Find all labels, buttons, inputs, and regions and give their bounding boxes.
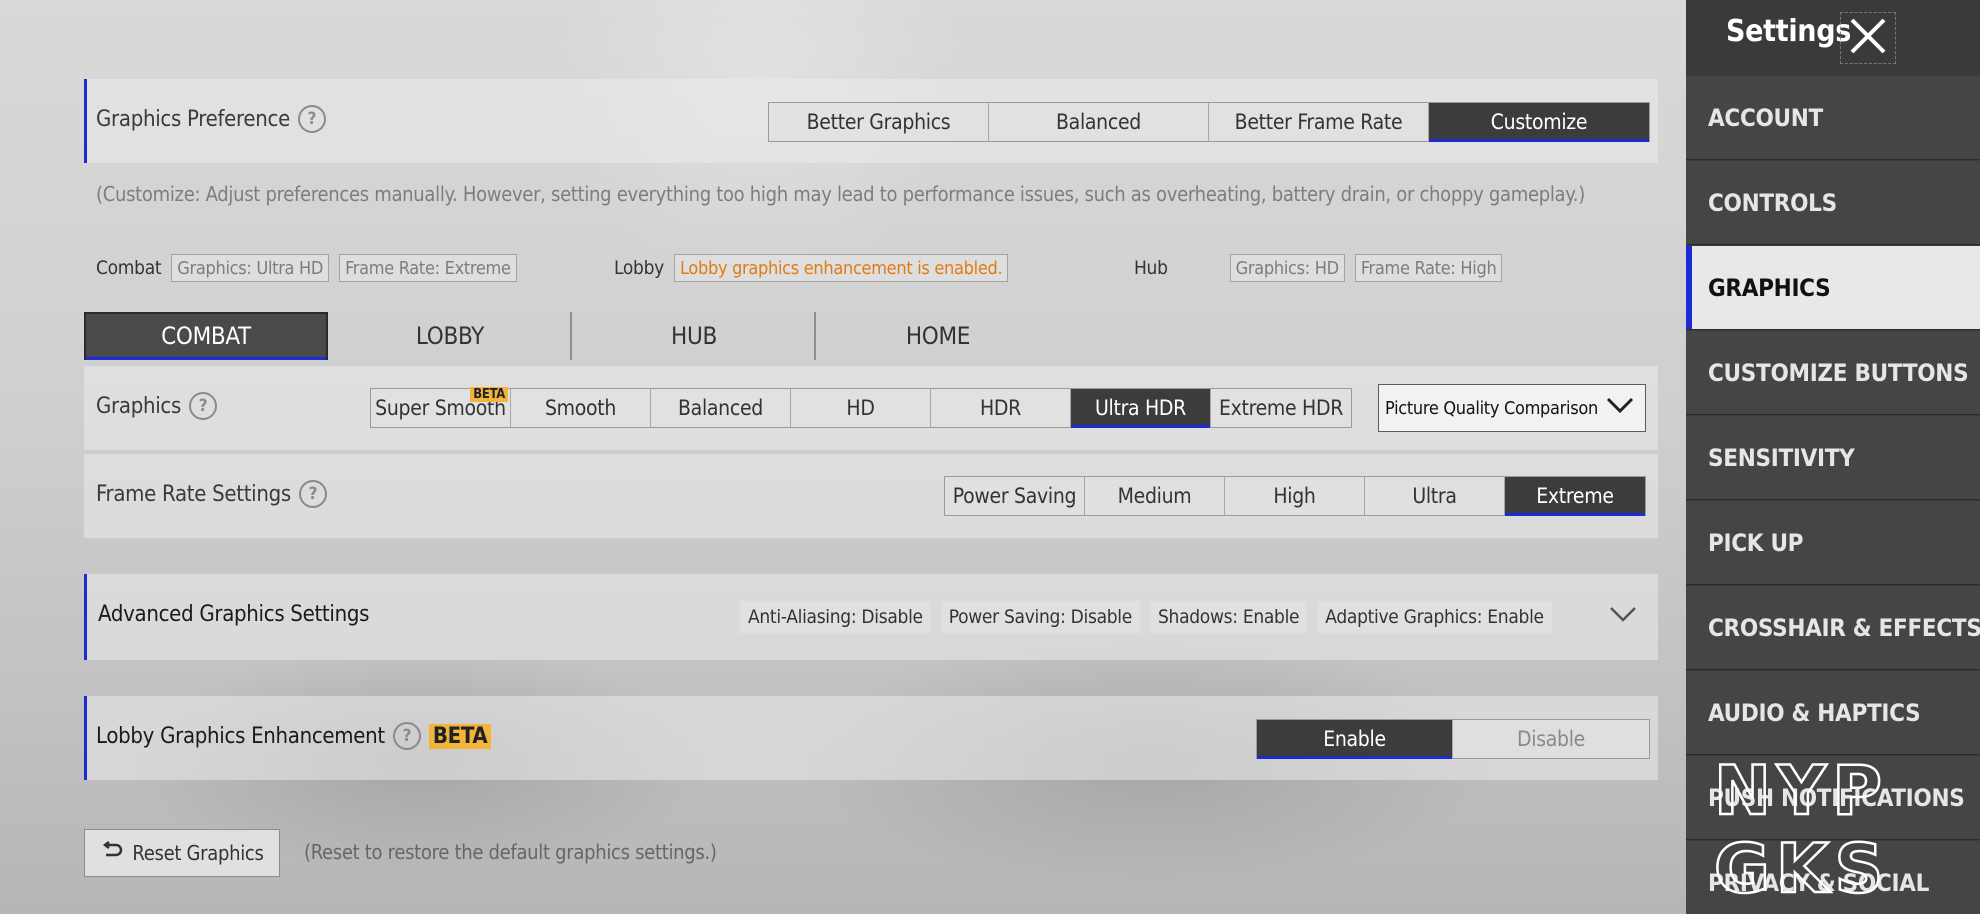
frame-rate-ultra[interactable]: Ultra (1365, 477, 1505, 515)
graphics-preference-selector: Better Graphics Balanced Better Frame Ra… (768, 102, 1650, 142)
sidebar-item-sensitivity[interactable]: SENSITIVITY (1686, 416, 1980, 500)
lobby-status-tag: Lobby graphics enhancement is enabled. (673, 254, 1009, 282)
graphics-label: Graphics (96, 393, 182, 419)
combat-label: Combat (96, 257, 162, 279)
picture-quality-comparison-dropdown[interactable]: Picture Quality Comparison (1378, 384, 1646, 432)
summary-lobby: Lobby Lobby graphics enhancement is enab… (614, 254, 1009, 282)
preference-hint: (Customize: Adjust preferences manually.… (96, 182, 1585, 206)
tab-home[interactable]: HOME (816, 312, 1060, 360)
hub-frame-tag: Frame Rate: High (1354, 254, 1503, 282)
sidebar-item-account[interactable]: ACCOUNT (1686, 76, 1980, 160)
advanced-graphics-label: Advanced Graphics Settings (98, 602, 370, 627)
preference-customize[interactable]: Customize (1429, 103, 1649, 142)
graphics-hd[interactable]: HD (791, 389, 931, 427)
lobby-label: Lobby (614, 257, 664, 279)
picture-quality-comparison-label: Picture Quality Comparison (1385, 397, 1598, 419)
graphics-super-smooth[interactable]: Super Smooth BETA (371, 387, 511, 427)
sidebar-item-push-notifications[interactable]: PUSH NOTIFICATIONS (1686, 756, 1980, 840)
sidebar-item-crosshair-effects[interactable]: CROSSHAIR & EFFECTS (1686, 586, 1980, 670)
sidebar-item-pick-up[interactable]: PICK UP (1686, 501, 1980, 585)
advanced-label-wrap: Advanced Graphics Settings (98, 602, 369, 627)
tab-lobby[interactable]: LOBBY (328, 312, 572, 360)
close-button[interactable] (1840, 12, 1896, 64)
graphics-ultra-hdr[interactable]: Ultra HDR (1071, 389, 1211, 428)
sidebar-item-controls[interactable]: CONTROLS (1686, 161, 1980, 245)
hub-label: Hub (1134, 257, 1168, 279)
sidebar-item-privacy-social[interactable]: PRIVACY & SOCIAL (1686, 841, 1980, 914)
lobby-enhancement-row: Lobby Graphics Enhancement ? BETA Enable… (84, 696, 1658, 780)
graphics-preference-row: Graphics Preference ? Better Graphics Ba… (84, 79, 1658, 163)
graphics-hdr[interactable]: HDR (931, 389, 1071, 427)
tab-hub[interactable]: HUB (572, 312, 816, 360)
reset-hint: (Reset to restore the default graphics s… (304, 840, 717, 864)
preference-better-frame-rate[interactable]: Better Frame Rate (1209, 103, 1429, 141)
shadows-chip: Shadows: Enable (1149, 601, 1308, 633)
frame-rate-extreme[interactable]: Extreme (1505, 477, 1645, 516)
reset-graphics-label: Reset Graphics (132, 841, 264, 865)
beta-badge: BETA (428, 723, 492, 749)
help-icon[interactable]: ? (392, 722, 421, 750)
row-accent (84, 574, 87, 660)
frame-rate-power-saving[interactable]: Power Saving (945, 477, 1085, 515)
frame-rate-label: Frame Rate Settings (96, 481, 291, 507)
power-saving-chip: Power Saving: Disable (940, 601, 1140, 633)
graphics-label-wrap: Graphics ? (96, 392, 218, 420)
row-accent (84, 79, 87, 163)
lobby-enhancement-disable[interactable]: Disable (1453, 720, 1649, 758)
sidebar-item-audio-haptics[interactable]: AUDIO & HAPTICS (1686, 671, 1980, 755)
graphics-preference-label-wrap: Graphics Preference ? (96, 105, 326, 133)
graphics-extreme-hdr[interactable]: Extreme HDR (1211, 389, 1351, 427)
hub-graphics-tag: Graphics: HD (1229, 254, 1345, 282)
graphics-preference-label: Graphics Preference (96, 106, 290, 132)
settings-sidebar: Settings ACCOUNT CONTROLS GRAPHICS CUSTO… (1686, 0, 1980, 914)
tab-combat[interactable]: COMBAT (84, 312, 328, 360)
chevron-down-icon (1605, 395, 1635, 421)
lobby-enhancement-label-wrap: Lobby Graphics Enhancement ? BETA (96, 722, 492, 750)
sidebar-title: Settings (1726, 14, 1852, 49)
row-accent (84, 696, 87, 780)
combat-graphics-tag: Graphics: Ultra HD (171, 254, 330, 282)
preference-better-graphics[interactable]: Better Graphics (769, 103, 989, 141)
close-icon (1846, 14, 1890, 62)
graphics-quality-selector: Super Smooth BETA Smooth Balanced HD HDR… (370, 387, 1352, 428)
sidebar-item-graphics[interactable]: GRAPHICS (1686, 246, 1980, 330)
summary-combat: Combat Graphics: Ultra HD Frame Rate: Ex… (96, 254, 517, 282)
beta-badge: BETA (470, 387, 508, 402)
frame-rate-medium[interactable]: Medium (1085, 477, 1225, 515)
mode-tabs: COMBAT LOBBY HUB HOME (84, 312, 1658, 362)
reset-graphics-button[interactable]: Reset Graphics (84, 829, 280, 877)
help-icon[interactable]: ? (297, 105, 326, 133)
summary-hub: Hub Graphics: HD Frame Rate: High (1134, 254, 1503, 282)
undo-icon (100, 840, 124, 866)
frame-rate-label-wrap: Frame Rate Settings ? (96, 480, 327, 508)
combat-frame-tag: Frame Rate: Extreme (339, 254, 517, 282)
frame-rate-selector: Power Saving Medium High Ultra Extreme (944, 476, 1646, 516)
advanced-graphics-row[interactable]: Advanced Graphics Settings Anti-Aliasing… (84, 574, 1658, 660)
chevron-down-icon[interactable] (1608, 604, 1638, 628)
frame-rate-high[interactable]: High (1225, 477, 1365, 515)
graphics-settings-panel: Graphics Preference ? Better Graphics Ba… (84, 0, 1658, 914)
lobby-enhancement-label: Lobby Graphics Enhancement (96, 723, 385, 749)
help-icon[interactable]: ? (189, 392, 218, 420)
lobby-enhancement-toggle: Enable Disable (1256, 719, 1650, 759)
preference-balanced[interactable]: Balanced (989, 103, 1209, 141)
sidebar-item-customize-buttons[interactable]: CUSTOMIZE BUTTONS (1686, 331, 1980, 415)
advanced-summary: Anti-Aliasing: Disable Power Saving: Dis… (730, 601, 1552, 633)
graphics-balanced[interactable]: Balanced (651, 389, 791, 427)
anti-aliasing-chip: Anti-Aliasing: Disable (740, 601, 931, 633)
graphics-smooth[interactable]: Smooth (511, 389, 651, 427)
lobby-enhancement-enable[interactable]: Enable (1257, 720, 1453, 759)
help-icon[interactable]: ? (298, 480, 327, 508)
adaptive-graphics-chip: Adaptive Graphics: Enable (1317, 601, 1552, 633)
